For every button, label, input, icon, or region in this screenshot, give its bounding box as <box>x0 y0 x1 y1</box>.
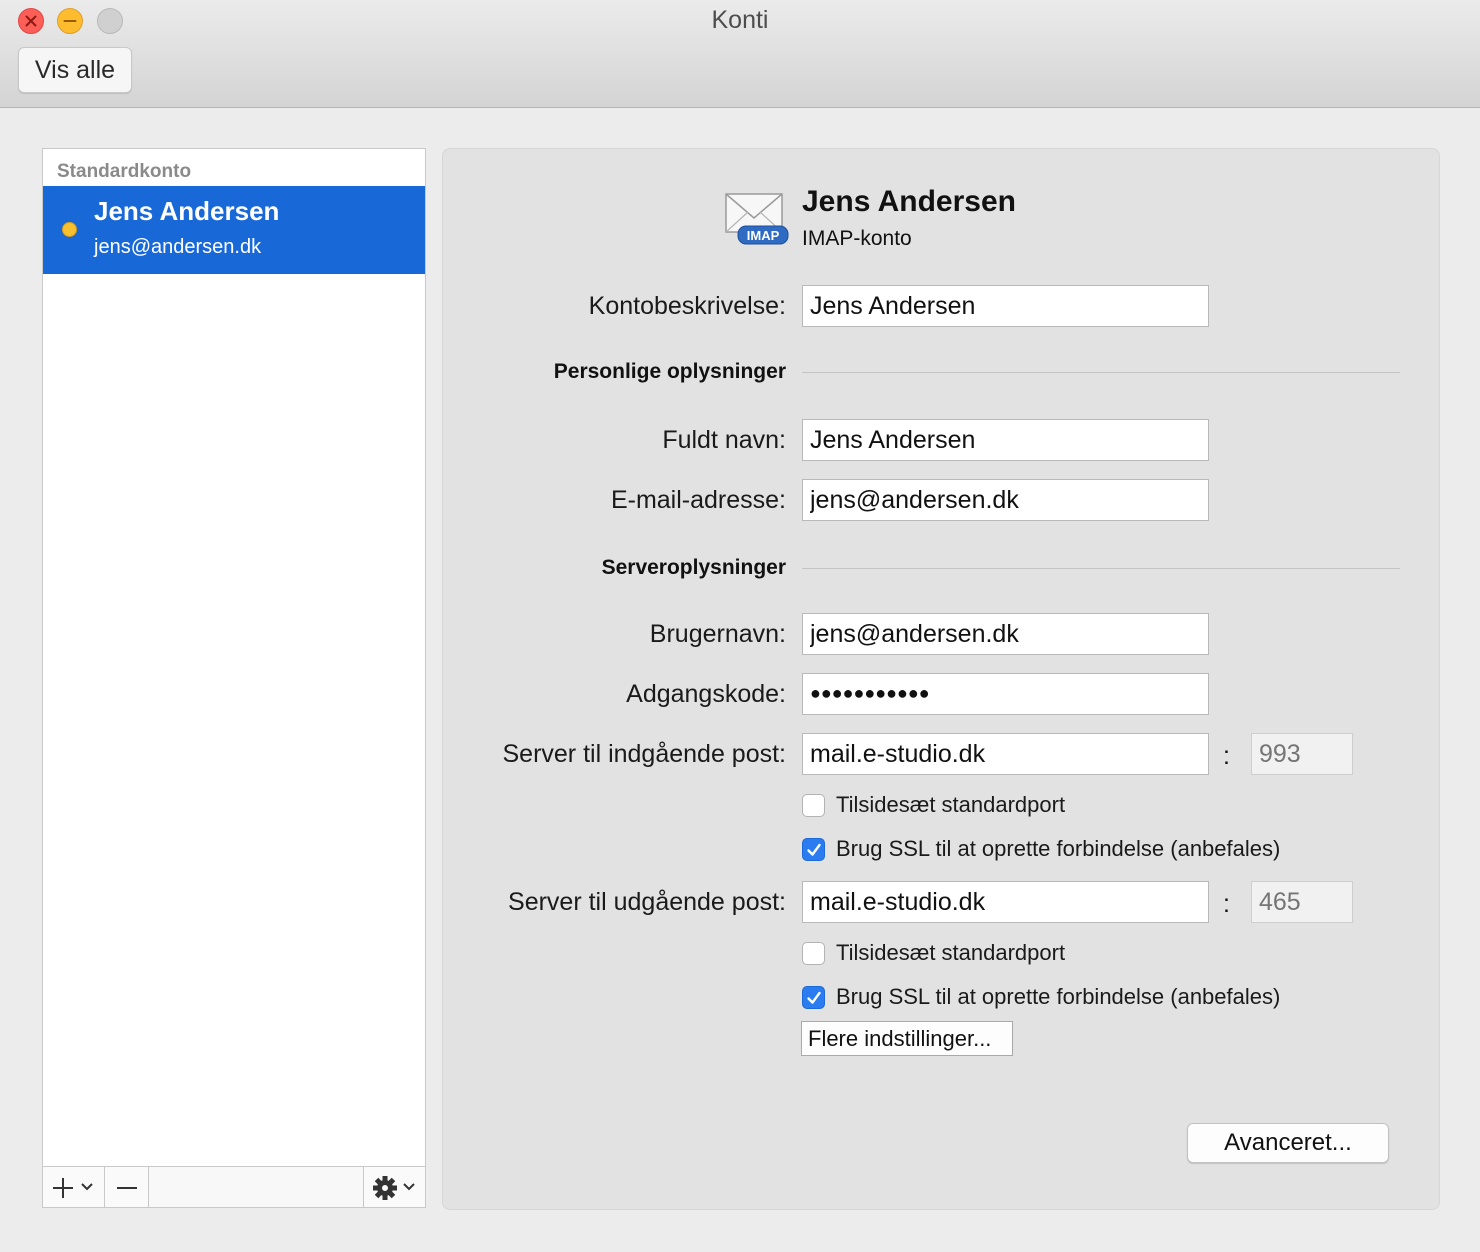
incoming-server-input[interactable] <box>802 733 1209 775</box>
incoming-port-colon: : <box>1223 742 1230 770</box>
username-input[interactable] <box>802 613 1209 655</box>
add-account-button[interactable] <box>43 1167 105 1207</box>
account-list-item-email: jens@andersen.dk <box>94 236 262 258</box>
incoming-ssl-checkbox[interactable] <box>802 838 825 861</box>
outgoing-ssl-checkbox[interactable] <box>802 986 825 1009</box>
checkmark-icon <box>807 991 821 1004</box>
account-list: Standardkonto Jens Andersen jens@anderse… <box>42 148 426 1168</box>
description-input[interactable] <box>802 285 1209 327</box>
incoming-server-label: Server til indgående post: <box>502 740 786 768</box>
outgoing-override-port-checkbox[interactable] <box>802 942 825 965</box>
incoming-override-port-label: Tilsidesæt standardport <box>836 792 1066 817</box>
personal-info-divider <box>802 372 1400 373</box>
incoming-override-port-checkbox[interactable] <box>802 794 825 817</box>
full-name-input[interactable] <box>802 419 1209 461</box>
svg-text:IMAP: IMAP <box>747 228 780 243</box>
incoming-port-input[interactable] <box>1251 733 1353 775</box>
minus-icon <box>117 1187 137 1189</box>
password-input[interactable]: ●●●●●●●●●●● <box>802 673 1209 715</box>
imap-mail-icon: IMAP <box>725 193 789 245</box>
outgoing-ssl-label: Brug SSL til at oprette forbindelse (anb… <box>836 984 1281 1009</box>
username-label: Brugernavn: <box>649 620 786 648</box>
email-label: E-mail-adresse: <box>610 486 786 514</box>
outgoing-server-input[interactable] <box>802 881 1209 923</box>
remove-account-button[interactable] <box>105 1167 149 1207</box>
server-info-section-title: Serveroplysninger <box>601 556 786 579</box>
checkmark-icon <box>807 843 821 856</box>
personal-info-section-title: Personlige oplysninger <box>553 360 786 383</box>
password-label: Adgangskode: <box>626 680 786 708</box>
incoming-ssl-label: Brug SSL til at oprette forbindelse (anb… <box>836 836 1281 861</box>
outgoing-port-input[interactable] <box>1251 881 1353 923</box>
account-list-item[interactable]: Jens Andersen jens@andersen.dk <box>43 186 425 274</box>
default-account-header: Standardkonto <box>57 161 192 182</box>
title-bar: Konti Vis alle <box>0 0 1480 108</box>
more-settings-button[interactable]: Flere indstillinger... <box>801 1021 1013 1056</box>
show-all-button[interactable]: Vis alle <box>18 47 132 93</box>
account-name: Jens Andersen <box>802 185 1016 218</box>
outgoing-port-colon: : <box>1223 890 1230 918</box>
description-label: Kontobeskrivelse: <box>588 292 786 320</box>
outgoing-server-label: Server til udgående post: <box>508 888 786 916</box>
window-title: Konti <box>711 6 769 34</box>
account-actions-button[interactable] <box>363 1167 425 1207</box>
full-name-label: Fuldt navn: <box>662 426 786 454</box>
account-list-item-name: Jens Andersen <box>94 196 280 226</box>
account-list-toolbar <box>42 1166 426 1208</box>
gear-chevron-icon <box>373 1176 415 1200</box>
advanced-button[interactable]: Avanceret... <box>1187 1123 1389 1163</box>
email-input[interactable] <box>802 479 1209 521</box>
account-type: IMAP-konto <box>802 227 912 250</box>
server-info-divider <box>802 568 1400 569</box>
plus-chevron-icon <box>53 1178 93 1198</box>
outgoing-override-port-label: Tilsidesæt standardport <box>836 940 1066 965</box>
status-dot-icon <box>62 222 77 237</box>
